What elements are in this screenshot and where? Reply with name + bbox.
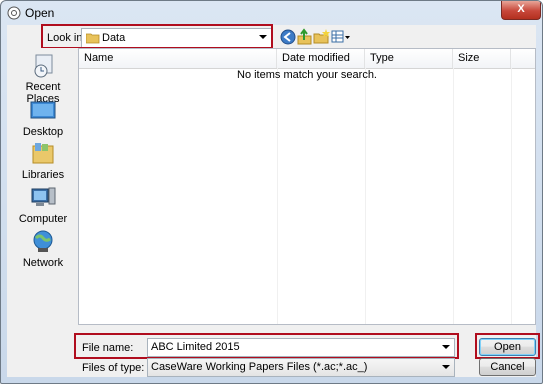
column-header-date-modified[interactable]: Date modified: [277, 49, 365, 68]
place-desktop[interactable]: Desktop: [8, 98, 78, 138]
file-list[interactable]: Name Date modified Type Size No items ma…: [78, 48, 536, 325]
open-dialog: Open X Look in: Data Recent Places Deskt…: [0, 0, 543, 384]
column-headers: Name Date modified Type Size: [79, 49, 535, 69]
open-button-highlight: [475, 333, 540, 359]
place-libraries[interactable]: Libraries: [8, 141, 78, 181]
close-button[interactable]: X: [501, 1, 541, 20]
look-in-highlight: [41, 24, 273, 49]
file-type-value: CaseWare Working Papers Files (*.ac;*.ac…: [151, 361, 368, 373]
column-divider: [511, 68, 512, 324]
empty-message: No items match your search.: [237, 69, 377, 81]
up-folder-icon[interactable]: [296, 28, 314, 46]
app-icon: [7, 6, 21, 20]
title-bar[interactable]: Open X: [1, 1, 542, 25]
places-bar: Recent Places Desktop Libraries Computer…: [8, 48, 78, 325]
computer-icon: [31, 187, 56, 206]
file-type-dropdown[interactable]: CaseWare Working Papers Files (*.ac;*.ac…: [147, 358, 455, 377]
new-folder-icon[interactable]: [313, 28, 331, 46]
chevron-down-icon[interactable]: [442, 365, 450, 369]
column-header-type[interactable]: Type: [365, 49, 453, 68]
libraries-icon: [32, 143, 54, 164]
back-arrow-icon[interactable]: [279, 28, 297, 46]
place-label: Desktop: [22, 126, 64, 138]
desktop-icon: [30, 101, 56, 119]
place-computer[interactable]: Computer: [8, 185, 78, 225]
views-menu-icon[interactable]: [331, 28, 351, 46]
place-label: Network: [22, 257, 64, 269]
file-name-highlight: [74, 333, 459, 359]
column-divider: [453, 68, 454, 324]
recent-places-icon: [34, 54, 53, 78]
network-icon: [33, 230, 53, 252]
place-label: Computer: [18, 213, 68, 225]
column-header-name[interactable]: Name: [79, 49, 277, 68]
place-network[interactable]: Network: [8, 229, 78, 269]
column-header-size[interactable]: Size: [453, 49, 511, 68]
dialog-title: Open: [25, 6, 55, 20]
cancel-button[interactable]: Cancel: [479, 358, 536, 376]
place-label: Libraries: [21, 169, 65, 181]
column-divider: [277, 68, 278, 324]
column-divider: [365, 68, 366, 324]
file-type-label: Files of type:: [82, 362, 145, 374]
